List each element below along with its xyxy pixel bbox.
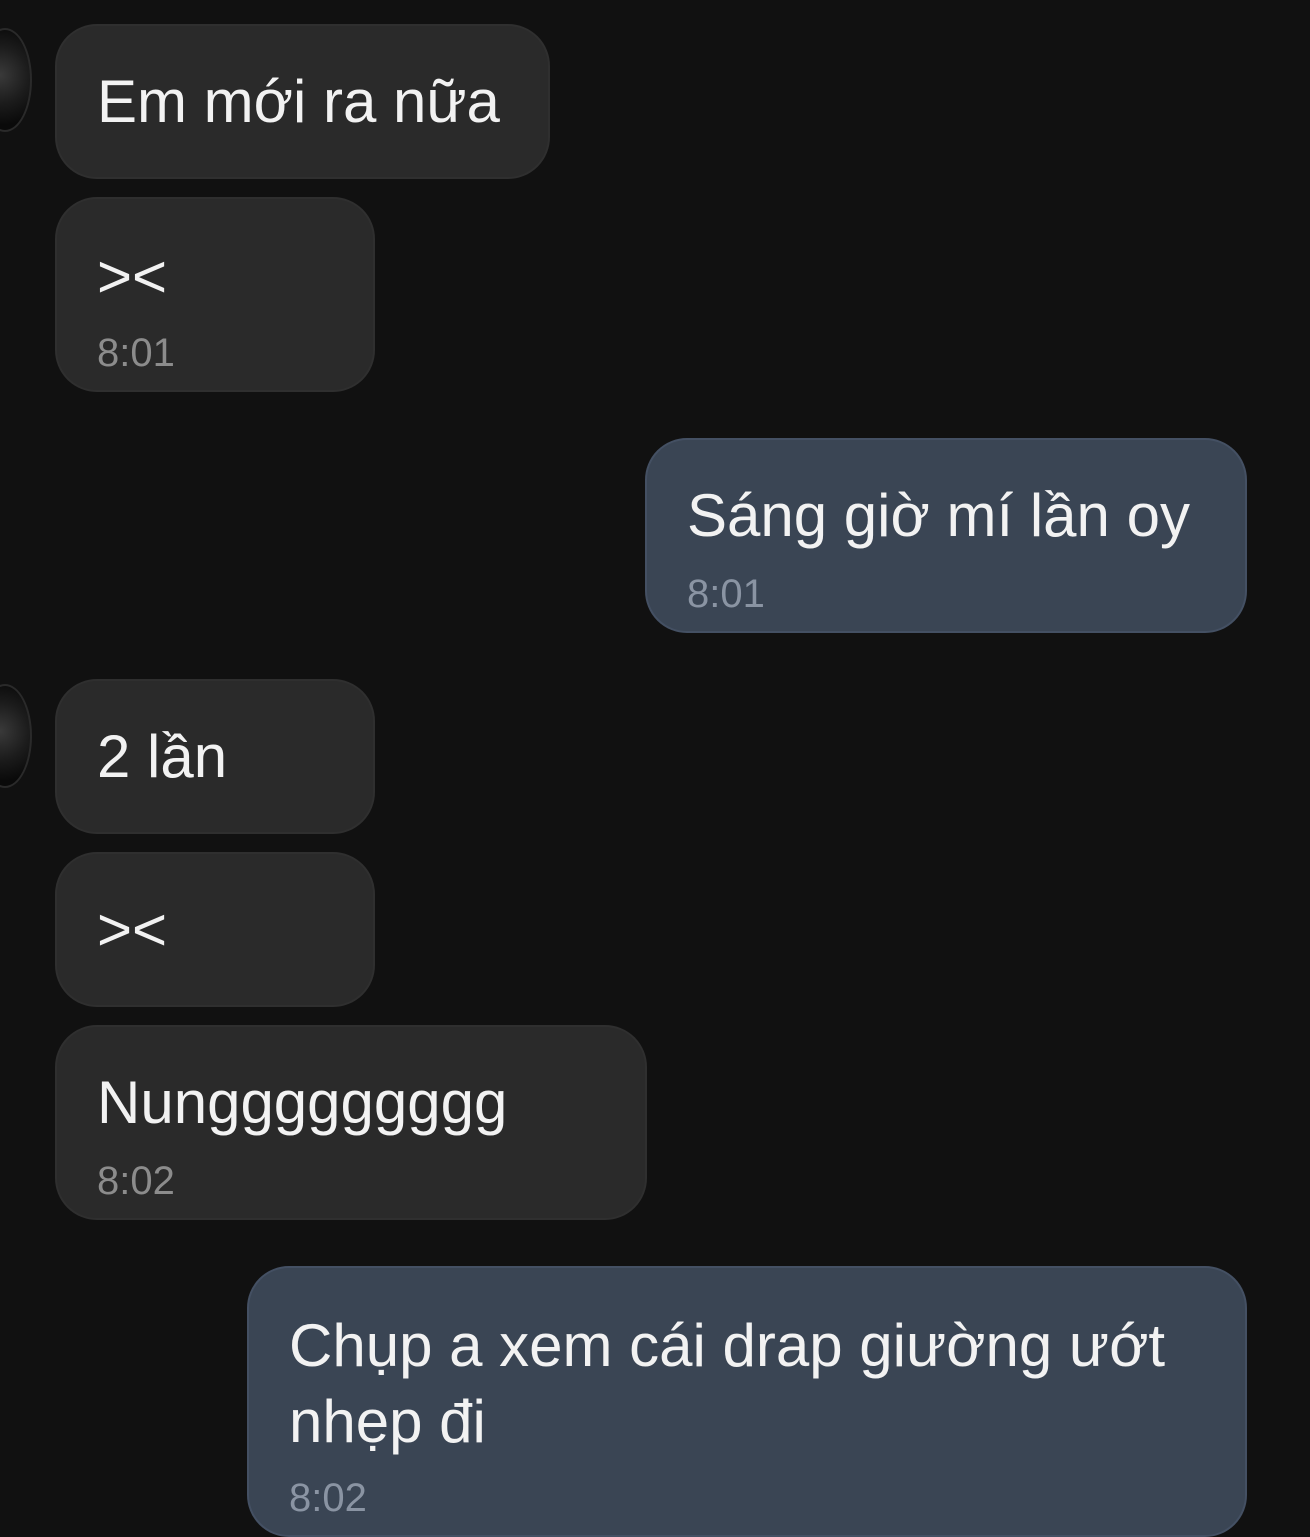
message-text: Sáng giờ mí lần oy — [687, 482, 1190, 549]
message-bubble-incoming[interactable]: >< 8:01 — [55, 197, 375, 392]
message-text: Nunggggggggg — [97, 1069, 508, 1136]
message-bubble-incoming[interactable]: Nunggggggggg 8:02 — [55, 1025, 647, 1220]
message-bubble-incoming[interactable]: 2 lần — [55, 679, 375, 834]
contact-avatar[interactable] — [0, 28, 32, 132]
message-text: >< — [97, 896, 168, 963]
message-time: 8:02 — [289, 1476, 367, 1520]
message-time: 8:01 — [687, 572, 765, 616]
message-text: >< — [97, 243, 168, 310]
message-bubble-outgoing[interactable]: Sáng giờ mí lần oy 8:01 — [645, 438, 1247, 633]
contact-avatar[interactable] — [0, 684, 32, 788]
message-bubble-outgoing[interactable]: Chụp a xem cái drap giường ướt nhẹp đi 8… — [247, 1266, 1247, 1537]
chat-thread: Em mới ra nữa >< 8:01 Sáng giờ mí lần oy… — [0, 0, 1310, 1537]
message-bubble-incoming[interactable]: Em mới ra nữa — [55, 24, 550, 179]
message-text: Chụp a xem cái drap giường ướt nhẹp đi — [289, 1312, 1166, 1455]
message-time: 8:01 — [97, 331, 175, 375]
message-text: 2 lần — [97, 723, 228, 790]
message-time: 8:02 — [97, 1159, 175, 1203]
message-text: Em mới ra nữa — [97, 68, 500, 135]
message-bubble-incoming[interactable]: >< — [55, 852, 375, 1007]
